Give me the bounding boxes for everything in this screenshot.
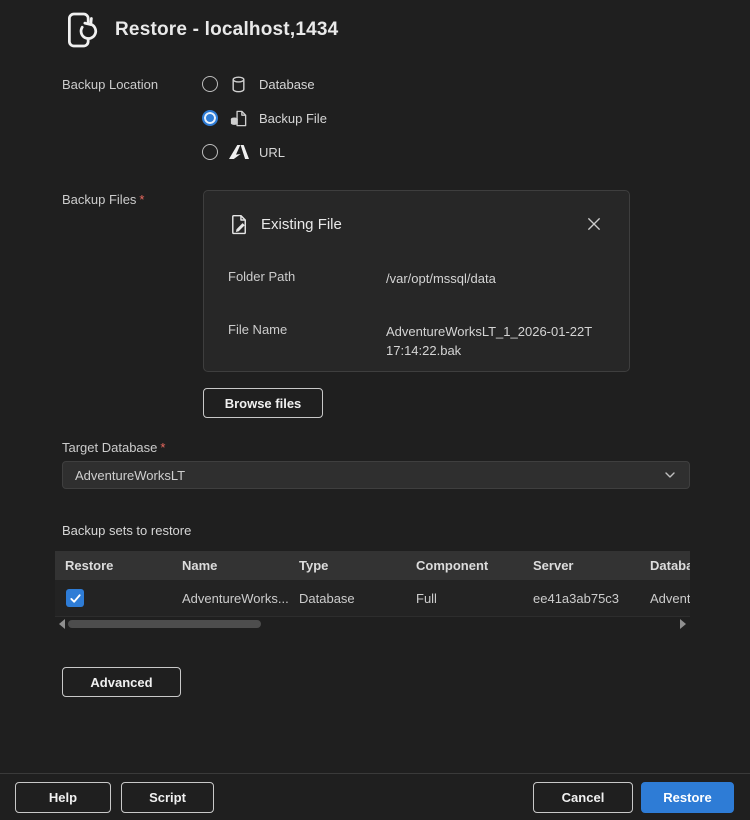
file-name-value: AdventureWorksLT_1_2026-01-22T17:14:22.b… (386, 322, 596, 360)
existing-file-card: Existing File Folder Path /var/opt/mssql… (203, 190, 630, 372)
radio-database[interactable] (202, 76, 218, 92)
backup-file-icon (228, 108, 249, 129)
type-cell: Database (289, 591, 406, 606)
scroll-left-icon[interactable] (59, 619, 65, 629)
footer-divider (0, 773, 750, 774)
script-button[interactable]: Script (121, 782, 214, 813)
component-cell: Full (406, 591, 523, 606)
scrollbar-thumb[interactable] (68, 620, 261, 628)
required-marker: * (139, 192, 144, 207)
card-title: Existing File (261, 216, 342, 233)
column-header-database: Database (640, 558, 690, 573)
target-database-value: AdventureWorksLT (75, 468, 663, 483)
folder-path-label: Folder Path (228, 269, 386, 288)
restore-cell (55, 589, 172, 607)
radio-option-backup-file[interactable]: Backup File (202, 106, 327, 130)
folder-path-value: /var/opt/mssql/data (386, 269, 596, 288)
radio-backup-file[interactable] (202, 110, 218, 126)
azure-icon (228, 142, 249, 163)
horizontal-scrollbar[interactable] (55, 618, 690, 630)
radio-backup-file-label: Backup File (259, 111, 327, 126)
advanced-button[interactable]: Advanced (62, 667, 181, 697)
restore-checkbox[interactable] (66, 589, 84, 607)
backup-files-label: Backup Files* (62, 192, 144, 207)
target-database-dropdown[interactable]: AdventureWorksLT (62, 461, 690, 489)
column-header-server: Server (523, 558, 640, 573)
dialog-header: Restore - localhost,1434 (57, 8, 338, 52)
database-cell: AdventureWorksLT (640, 591, 690, 606)
backup-location-radio-group: Database Backup File (202, 72, 327, 164)
file-name-label: File Name (228, 322, 386, 360)
radio-url-label: URL (259, 145, 285, 160)
existing-file-header: Existing File (228, 213, 342, 236)
radio-database-label: Database (259, 77, 315, 92)
target-database-label: Target Database* (62, 440, 165, 455)
backup-location-label: Backup Location (62, 77, 158, 92)
name-cell: AdventureWorks... (172, 591, 289, 606)
database-restore-icon (57, 8, 101, 52)
radio-url[interactable] (202, 144, 218, 160)
help-button[interactable]: Help (15, 782, 111, 813)
column-header-component: Component (406, 558, 523, 573)
cancel-button[interactable]: Cancel (533, 782, 633, 813)
radio-option-url[interactable]: URL (202, 140, 327, 164)
page-title: Restore - localhost,1434 (115, 19, 338, 41)
file-edit-icon (228, 213, 251, 236)
table-row[interactable]: AdventureWorks... Database Full ee41a3ab… (55, 580, 690, 617)
scroll-right-icon[interactable] (680, 619, 686, 629)
chevron-down-icon (663, 468, 677, 482)
radio-option-database[interactable]: Database (202, 72, 327, 96)
browse-files-button[interactable]: Browse files (203, 388, 323, 418)
table-header-row: Restore Name Type Component Server Datab… (55, 551, 690, 580)
file-name-row: File Name AdventureWorksLT_1_2026-01-22T… (228, 322, 596, 360)
column-header-name: Name (172, 558, 289, 573)
required-marker: * (160, 440, 165, 455)
database-icon (228, 74, 249, 95)
backup-sets-title: Backup sets to restore (62, 523, 191, 538)
server-cell: ee41a3ab75c3 (523, 591, 640, 606)
restore-button[interactable]: Restore (641, 782, 734, 813)
restore-dialog: Restore - localhost,1434 Backup Location… (0, 0, 750, 820)
backup-sets-table: Restore Name Type Component Server Datab… (55, 551, 690, 617)
column-header-restore: Restore (55, 558, 172, 573)
column-header-type: Type (289, 558, 406, 573)
folder-path-row: Folder Path /var/opt/mssql/data (228, 269, 596, 288)
close-icon[interactable] (585, 215, 603, 233)
